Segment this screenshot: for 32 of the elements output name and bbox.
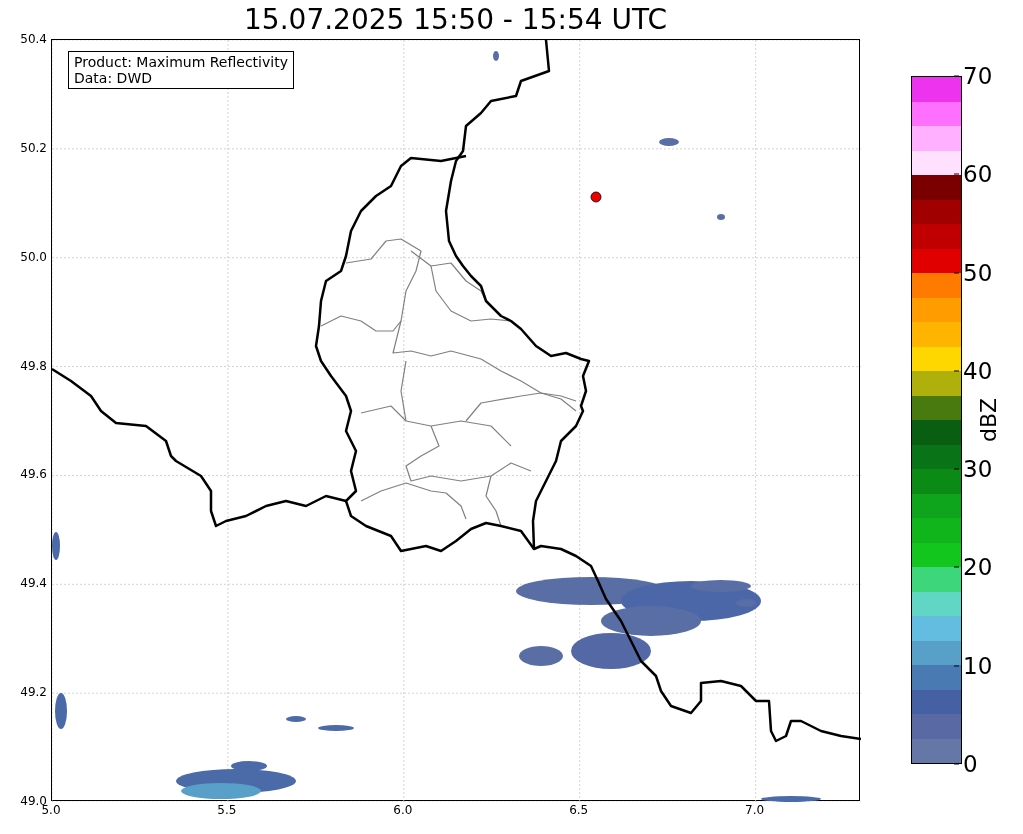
colorbar-tick-label: 60: [963, 161, 993, 188]
y-tick-label: 49.4: [20, 576, 47, 591]
info-text: Data: DWD: [74, 70, 153, 86]
x-tick-label: 6.0: [393, 803, 413, 817]
colorbar-tick-label: 10: [963, 652, 993, 679]
x-tick-label: 5.5: [217, 803, 237, 817]
colorbar-tick-label: 20: [963, 554, 993, 581]
y-tick-label: 49.8: [20, 358, 47, 373]
colorbar-tick-label: 40: [963, 357, 993, 384]
chart-title: 15.07.2025 15:50 - 15:54 UTC: [244, 2, 667, 38]
y-tick-label: 49.6: [20, 467, 47, 482]
y-tick-label: 49.2: [20, 685, 47, 700]
tick-mark: [954, 566, 959, 569]
tick-mark: [954, 763, 959, 765]
y-tick-label: 50.2: [20, 140, 47, 155]
info-text: Product: Maximum Reflectivity: [74, 54, 288, 70]
tick-mark: [954, 75, 959, 77]
tick-mark: [954, 271, 959, 274]
station-marker: [590, 191, 602, 203]
colorbar-tick-label: 30: [963, 456, 993, 483]
x-tick-label: 6.5: [569, 803, 589, 817]
tick-mark: [954, 664, 959, 667]
tick-mark: [954, 369, 959, 372]
tick-mark: [954, 468, 959, 471]
colorbar-tick-label: 70: [963, 63, 993, 89]
y-tick-label: 50.0: [20, 249, 47, 264]
x-tick-label: 7.0: [745, 803, 765, 817]
colorbar-tick-label: 50: [963, 259, 993, 286]
colorbar-label: dBZ: [975, 397, 1001, 443]
y-tick-label: 50.4: [20, 32, 47, 46]
tick-mark: [954, 173, 959, 176]
colorbar-tick-label: 0: [963, 751, 978, 777]
